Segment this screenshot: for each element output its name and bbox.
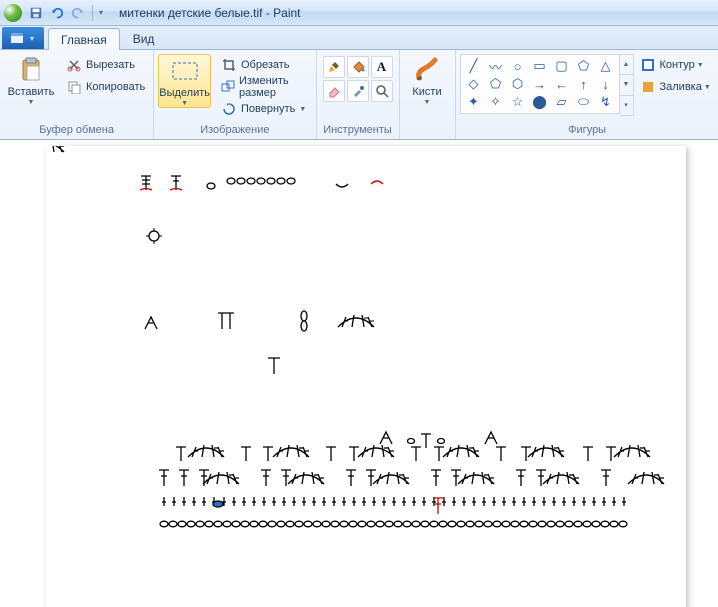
group-clipboard: Вставить ▼ Вырезать Копировать Буфер обм… [0,50,154,139]
file-menu-icon [10,32,24,44]
document-content [46,146,686,606]
qat-customize-button[interactable]: ▾ [95,3,107,23]
group-brushes-label-empty [404,123,451,139]
redo-icon [71,6,85,20]
outline-label: Контур [660,59,695,71]
rotate-icon [222,102,236,116]
brush-icon [413,56,441,84]
pencil-icon [327,60,341,74]
outline-icon [641,58,655,72]
start-orb-icon [4,4,22,22]
rotate-button[interactable]: Повернуть ▼ [217,98,312,120]
shape-fill-button[interactable]: Заливка ▼ [636,76,715,98]
chevron-down-icon: ▼ [704,84,711,91]
eyedropper-icon [351,84,365,98]
canvas[interactable] [46,146,686,607]
chevron-down-icon: ▼ [697,62,704,69]
scroll-up-icon: ▲ [620,55,633,74]
group-clipboard-label: Буфер обмена [4,123,149,139]
text-tool[interactable]: A [371,56,393,78]
cut-icon [67,58,81,72]
tab-view[interactable]: Вид [120,27,168,49]
file-menu-button[interactable]: ▾ [2,27,44,49]
chevron-down-icon: ▼ [424,99,431,106]
select-button[interactable]: Выделить ▼ [158,54,211,108]
more-icon: ▾ [620,95,633,115]
shape-outline-button[interactable]: Контур ▼ [636,54,715,76]
copy-label: Копировать [86,81,145,93]
bucket-icon [351,60,365,74]
save-icon [29,6,43,20]
select-icon [170,60,200,82]
chevron-down-icon: ▼ [28,99,35,106]
resize-icon [221,80,235,94]
resize-button[interactable]: Изменить размер [217,76,312,98]
paste-label: Вставить [8,86,55,98]
qat-undo-button[interactable] [47,3,67,23]
ribbon: Вставить ▼ Вырезать Копировать Буфер обм… [0,50,718,140]
ribbon-tabs: ▾ Главная Вид [0,26,718,50]
copy-button[interactable]: Копировать [62,76,149,98]
cut-label: Вырезать [86,59,135,71]
color-picker-tool[interactable] [347,80,369,102]
crop-button[interactable]: Обрезать [217,54,312,76]
brushes-button[interactable]: Кисти ▼ [404,52,451,106]
title-bar: ▾ митенки детские белые.tif - Paint [0,0,718,26]
group-image: Выделить ▼ Обрезать Изменить размер Пове… [154,50,316,139]
fill-icon [641,80,655,94]
chevron-down-icon: ▾ [30,34,34,43]
paste-button[interactable]: Вставить ▼ [4,52,58,106]
eraser-icon [327,84,341,98]
chevron-down-icon: ▼ [181,100,188,107]
crop-icon [222,58,236,72]
fill-tool[interactable] [347,56,369,78]
brushes-label: Кисти [412,86,441,98]
crop-label: Обрезать [241,59,290,71]
qat-save-button[interactable] [26,3,46,23]
window-title: митенки детские белые.tif - Paint [119,6,301,20]
rotate-label: Повернуть [241,103,295,115]
group-brushes: Кисти ▼ [400,50,456,139]
canvas-area [0,140,718,607]
group-shapes: ╱〰○▭▢⬠△ ◇⬠⬡→←↑↓ ✦✧☆⬤▱⬭↯ ▲ ▼ ▾ Контур ▼ З… [456,50,718,139]
pencil-tool[interactable] [323,56,345,78]
paste-icon [17,56,45,84]
undo-icon [50,6,64,20]
qat-redo-button[interactable] [68,3,88,23]
group-tools-label: Инструменты [321,123,395,139]
fill-label: Заливка [660,81,702,93]
tab-home[interactable]: Главная [48,28,120,50]
scroll-down-icon: ▼ [620,74,633,94]
select-label: Выделить [159,87,210,99]
eraser-tool[interactable] [323,80,345,102]
resize-label: Изменить размер [239,75,308,99]
shapes-gallery[interactable]: ╱〰○▭▢⬠△ ◇⬠⬡→←↑↓ ✦✧☆⬤▱⬭↯ [460,54,620,114]
cut-button[interactable]: Вырезать [62,54,149,76]
magnifier-tool[interactable] [371,80,393,102]
magnifier-icon [375,84,389,98]
chevron-down-icon: ▼ [299,106,306,113]
group-tools: A Инструменты [317,50,400,139]
group-image-label: Изображение [158,123,311,139]
copy-icon [67,80,81,94]
text-icon: A [377,59,386,75]
shapes-scroll[interactable]: ▲ ▼ ▾ [620,54,634,116]
group-shapes-label: Фигуры [460,123,715,139]
